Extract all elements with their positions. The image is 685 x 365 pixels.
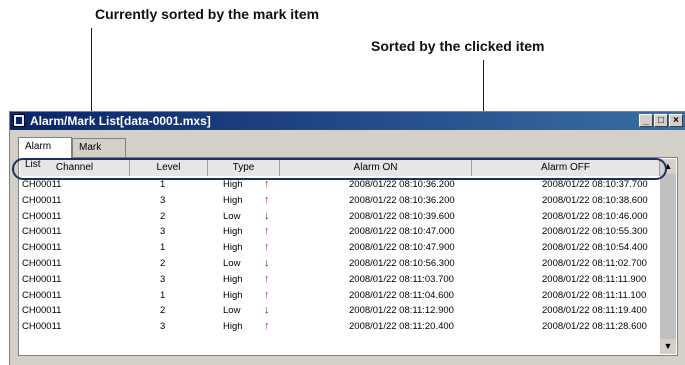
cell-type: High <box>223 321 243 333</box>
cell-level: 3 <box>160 226 166 238</box>
window-title: Alarm/Mark List[data-0001.mxs] <box>30 114 211 128</box>
cell-type: Low <box>223 258 241 269</box>
cell-alarm-on: 2008/01/22 08:11:20.400 <box>349 321 454 333</box>
cell-channel: CH00011 <box>22 273 62 285</box>
close-button[interactable]: × <box>669 114 683 127</box>
minimize-button[interactable]: _ <box>639 114 653 127</box>
cell-type: Low <box>223 210 241 222</box>
annotation-sorted-by-mark: Currently sorted by the mark item <box>95 6 320 22</box>
cell-channel: CH00011 <box>22 179 62 190</box>
arrow-down-icon: ↓ <box>264 209 270 222</box>
cell-type: Low <box>223 305 241 317</box>
cell-alarm-on: 2008/01/22 08:11:12.900 <box>349 305 454 317</box>
cell-level: 3 <box>160 194 166 206</box>
cell-alarm-off: 2008/01/22 08:10:54.400 <box>542 242 648 254</box>
table-row[interactable]: CH00011 2 Low 2008/01/22 08:10:39.600 2008/0… <box>20 209 660 224</box>
tab-mark-list[interactable]: Mark List <box>72 138 126 171</box>
cell-alarm-on: 2008/01/22 08:10:47.000 <box>349 226 455 238</box>
cell-level: 2 <box>160 305 166 317</box>
cell-alarm-on: 2008/01/22 08:11:03.700 <box>349 273 454 285</box>
arrow-up-icon: ↑ <box>264 320 270 333</box>
cell-level: 3 <box>160 321 166 333</box>
cell-alarm-off: 2008/01/22 08:10:38.600 <box>542 194 648 206</box>
cell-level: 1 <box>160 179 166 190</box>
alarm-mark-list-window: Alarm/Mark List[data-0001.mxs] _ □ × Ala… <box>9 111 685 365</box>
cell-alarm-off: 2008/01/22 08:11:11.900 <box>542 273 647 285</box>
table-row[interactable]: CH00011 3 High 2008/01/22 08:10:36.200 2008/… <box>20 193 660 208</box>
cell-alarm-on: 2008/01/22 08:10:36.200 <box>349 179 455 190</box>
cell-type: High <box>223 273 243 285</box>
cell-alarm-off: 2008/01/22 08:11:02.700 <box>542 258 647 269</box>
table-row[interactable]: CH00011 3 High 2008/01/22 08:10:47.000 2008/… <box>20 224 660 239</box>
arrow-up-icon: ↑ <box>264 178 270 190</box>
column-header-type[interactable]: Type <box>208 160 280 176</box>
vertical-scrollbar[interactable]: ▲ ▼ <box>660 159 676 354</box>
cell-alarm-off: 2008/01/22 08:10:37.700 <box>542 179 648 190</box>
cell-channel: CH00011 <box>22 305 62 317</box>
scroll-down-icon[interactable]: ▼ <box>660 339 676 354</box>
maximize-button[interactable]: □ <box>654 114 668 127</box>
cell-channel: CH00011 <box>22 226 62 238</box>
cell-channel: CH00011 <box>22 242 62 254</box>
cell-channel: CH00011 <box>22 210 62 222</box>
cell-alarm-off: 2008/01/22 08:11:19.400 <box>542 305 647 317</box>
scrollbar-thumb[interactable] <box>660 174 676 339</box>
column-header-level[interactable]: Level <box>130 160 208 176</box>
table-row[interactable]: CH00011 3 High 2008/01/22 08:11:20.400 2008/… <box>20 319 660 334</box>
arrow-up-icon: ↑ <box>264 288 270 301</box>
arrow-up-icon: ↑ <box>264 225 270 238</box>
arrow-down-icon: ↓ <box>264 304 270 317</box>
table-header: Channel Level Type Alarm ON Alarm OFF <box>20 160 660 176</box>
arrow-up-icon: ↑ <box>264 272 270 285</box>
cell-alarm-on: 2008/01/22 08:10:47.900 <box>349 242 455 254</box>
arrow-down-icon: ↓ <box>264 257 270 269</box>
cell-type: High <box>223 226 243 238</box>
cell-level: 1 <box>160 289 166 301</box>
table-row[interactable]: CH00011 2 Low 2008/01/22 08:11:12.900 2008/0… <box>20 303 660 318</box>
arrow-up-icon: ↑ <box>264 241 270 254</box>
cell-type: High <box>223 179 243 190</box>
cell-channel: CH00011 <box>22 289 62 301</box>
cell-alarm-on: 2008/01/22 08:10:39.600 <box>349 210 455 222</box>
cell-level: 3 <box>160 273 166 285</box>
cell-alarm-off: 2008/01/22 08:11:28.600 <box>542 321 647 333</box>
cell-type: High <box>223 242 243 254</box>
table-row[interactable]: CH00011 1 High 2008/01/22 08:10:36.200 2008/… <box>20 177 660 192</box>
app-icon <box>13 114 25 127</box>
tab-alarm-list[interactable]: Alarm List <box>18 137 72 170</box>
cell-alarm-off: 2008/01/22 08:10:46.000 <box>542 210 648 222</box>
cell-level: 2 <box>160 258 166 269</box>
cell-channel: CH00011 <box>22 321 62 333</box>
cell-alarm-off: 2008/01/22 08:10:55.300 <box>542 226 648 238</box>
table-row[interactable]: CH00011 1 High 2008/01/22 08:10:47.900 2008/… <box>20 240 660 255</box>
cell-type: High <box>223 289 243 301</box>
cell-alarm-on: 2008/01/22 08:10:56.300 <box>349 258 455 269</box>
cell-alarm-on: 2008/01/22 08:11:04.600 <box>349 289 454 301</box>
cell-type: High <box>223 194 243 206</box>
cell-alarm-on: 2008/01/22 08:10:36.200 <box>349 194 455 206</box>
table-row[interactable]: CH00011 1 High 2008/01/22 08:11:04.600 2008/… <box>20 288 660 303</box>
title-bar[interactable]: Alarm/Mark List[data-0001.mxs] _ □ × <box>10 112 685 130</box>
cell-level: 1 <box>160 242 166 254</box>
cell-alarm-off: 2008/01/22 08:11:11.100 <box>542 289 647 301</box>
arrow-up-icon: ↑ <box>264 193 270 206</box>
scroll-up-icon[interactable]: ▲ <box>660 159 676 174</box>
cell-channel: CH00011 <box>22 194 62 206</box>
column-header-alarm-on[interactable]: Alarm ON <box>280 160 472 176</box>
table-row[interactable]: CH00011 3 High 2008/01/22 08:11:03.700 2008/… <box>20 272 660 287</box>
cell-level: 2 <box>160 210 166 222</box>
table-row[interactable]: CH00011 2 Low 2008/01/22 08:10:56.300 2008/0… <box>20 256 660 271</box>
cell-channel: CH00011 <box>22 258 62 269</box>
column-header-alarm-off[interactable]: Alarm OFF <box>472 160 660 176</box>
alarm-list-table: Channel Level Type Alarm ON Alarm OFF CH… <box>18 157 678 356</box>
annotation-sorted-by-clicked: Sorted by the clicked item <box>371 38 545 54</box>
